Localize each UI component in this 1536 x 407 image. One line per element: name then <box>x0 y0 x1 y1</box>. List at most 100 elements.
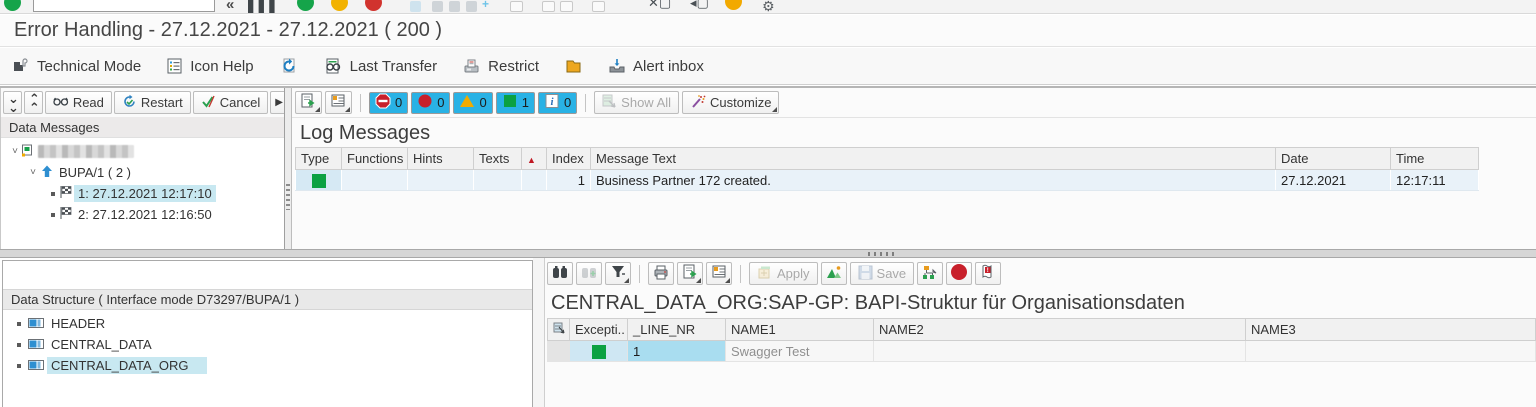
exit-icon[interactable] <box>331 0 348 11</box>
sort-cell[interactable] <box>521 169 547 191</box>
col-date[interactable]: Date <box>1275 147 1391 170</box>
filter-chip-info[interactable]: i 0 <box>537 91 578 114</box>
time-cell[interactable]: 12:17:11 <box>1390 169 1479 191</box>
last-transfer-button[interactable]: Last Transfer <box>324 58 437 75</box>
detail-row[interactable]: 1 Swagger Test <box>547 340 1536 362</box>
name1-cell[interactable]: Swagger Test <box>725 340 874 362</box>
find-next-button[interactable] <box>576 262 602 285</box>
continue-icon[interactable] <box>4 0 21 11</box>
hints-cell[interactable] <box>407 169 474 191</box>
col-sort[interactable]: ▲ <box>521 147 547 170</box>
filter-chip-abort[interactable]: 0 <box>369 91 409 114</box>
collapse-command-icon[interactable]: « <box>226 0 234 13</box>
functions-cell[interactable] <box>341 169 408 191</box>
chevron-down-icon[interactable]: ˅ <box>9 146 21 157</box>
row-select-cell[interactable] <box>547 340 570 362</box>
layout-button[interactable] <box>706 262 732 285</box>
name2-cell[interactable] <box>873 340 1246 362</box>
structure-item-header[interactable]: HEADER <box>3 313 532 334</box>
customize-local-layout-icon[interactable]: ⚙ <box>762 0 775 13</box>
col-name2[interactable]: NAME2 <box>873 318 1246 341</box>
error-log-button[interactable]: ! <box>975 262 1002 285</box>
layout-button[interactable] <box>325 91 352 114</box>
name3-cell[interactable] <box>1245 340 1536 362</box>
tree-node-bupa[interactable]: ˅ BUPA/1 ( 2 ) <box>1 162 284 183</box>
print-button[interactable] <box>648 262 674 285</box>
save-request-icon[interactable]: ▌▌▌ <box>248 0 280 13</box>
horizontal-splitter[interactable] <box>0 249 1536 258</box>
tree-root[interactable]: ˅ <box>1 141 284 162</box>
filter-chip-warning[interactable]: 0 <box>453 91 493 114</box>
col-line-nr[interactable]: _LINE_NR <box>627 318 726 341</box>
col-functions[interactable]: Functions <box>341 147 408 170</box>
index-cell[interactable]: 1 <box>546 169 591 191</box>
command-field[interactable] <box>33 0 215 12</box>
red-circle-icon <box>950 263 968 284</box>
structure-item-central-data[interactable]: CENTRAL_DATA <box>3 334 532 355</box>
find-icon[interactable] <box>432 1 443 12</box>
plus-icon[interactable]: + <box>482 0 489 11</box>
show-all-button[interactable]: Show All <box>594 91 680 114</box>
page-down-icon[interactable] <box>542 1 555 12</box>
chevron-down-icon[interactable]: ˅ <box>27 167 39 178</box>
log-row[interactable]: 1 Business Partner 172 created. 27.12.20… <box>295 169 1479 191</box>
bottom-vertical-splitter[interactable] <box>533 258 545 407</box>
col-exception[interactable]: Excepti.. <box>569 318 628 341</box>
technical-mode-button[interactable]: Technical Mode <box>12 58 141 75</box>
scroll2-icon[interactable] <box>592 1 605 12</box>
scroll-icon[interactable] <box>560 1 573 12</box>
alert-inbox-button[interactable]: Alert inbox <box>608 58 704 75</box>
find-next-icon[interactable] <box>449 1 460 12</box>
col-time[interactable]: Time <box>1390 147 1479 170</box>
type-cell[interactable] <box>295 169 342 191</box>
tree-leaf-1[interactable]: 1: 27.12.2021 12:17:10 <box>1 183 284 204</box>
col-texts[interactable]: Texts <box>473 147 522 170</box>
vertical-splitter[interactable] <box>284 88 292 251</box>
expand-all-button[interactable]: ⌄ ⌄ <box>3 91 22 114</box>
cancel-session-icon[interactable] <box>365 0 382 11</box>
filter-chip-success[interactable]: 1 <box>495 91 535 114</box>
icon-help-button[interactable]: Icon Help <box>167 58 254 75</box>
apply-button[interactable]: Apply <box>749 262 818 285</box>
back-icon[interactable] <box>297 0 314 11</box>
exception-cell[interactable] <box>569 340 628 362</box>
date-cell[interactable]: 27.12.2021 <box>1275 169 1391 191</box>
col-name1[interactable]: NAME1 <box>725 318 874 341</box>
col-index[interactable]: Index <box>546 147 591 170</box>
worklist-button[interactable] <box>565 58 582 75</box>
collapse-all-button[interactable]: ⌃ ⌃ <box>23 91 43 114</box>
export-button[interactable] <box>295 91 322 114</box>
col-hints[interactable]: Hints <box>407 147 474 170</box>
filter-button[interactable] <box>605 262 631 285</box>
stop-recording-button[interactable] <box>946 262 973 285</box>
shortcut-icon[interactable]: ◂▢ <box>690 0 709 11</box>
filter-chip-error[interactable]: 0 <box>411 91 451 114</box>
export-button[interactable] <box>677 262 703 285</box>
print-icon[interactable] <box>410 1 421 12</box>
tree-leaf-2[interactable]: 2: 27.12.2021 12:16:50 <box>1 204 284 225</box>
read-button[interactable]: Read <box>44 91 112 114</box>
help-icon[interactable] <box>725 0 742 10</box>
hierarchy-button[interactable] <box>917 262 944 285</box>
save-button[interactable]: Save <box>849 262 915 285</box>
line-nr-cell[interactable]: 1 <box>627 340 726 362</box>
new-session-icon[interactable]: ✕▢ <box>648 0 671 11</box>
refresh-button[interactable] <box>280 57 298 75</box>
restrict-button[interactable]: Restrict <box>463 58 539 75</box>
message-cell[interactable]: Business Partner 172 created. <box>590 169 1276 191</box>
first-page-icon[interactable] <box>466 1 477 12</box>
col-type[interactable]: Type <box>295 147 342 170</box>
splitter-handle[interactable] <box>286 184 290 210</box>
cancel-button[interactable]: Cancel <box>192 91 269 114</box>
col-name3[interactable]: NAME3 <box>1245 318 1536 341</box>
customize-button[interactable]: Customize <box>682 91 780 114</box>
restart-button[interactable]: Restart <box>113 91 191 114</box>
chart-button[interactable] <box>820 262 847 285</box>
find-button[interactable] <box>547 262 573 285</box>
page-up-icon[interactable] <box>510 1 523 12</box>
select-all-header[interactable] <box>547 318 570 341</box>
col-message-text[interactable]: Message Text <box>590 147 1276 170</box>
texts-cell[interactable] <box>473 169 522 191</box>
structure-item-central-data-org[interactable]: CENTRAL_DATA_ORG <box>3 355 532 376</box>
splitter-handle[interactable] <box>868 252 898 256</box>
